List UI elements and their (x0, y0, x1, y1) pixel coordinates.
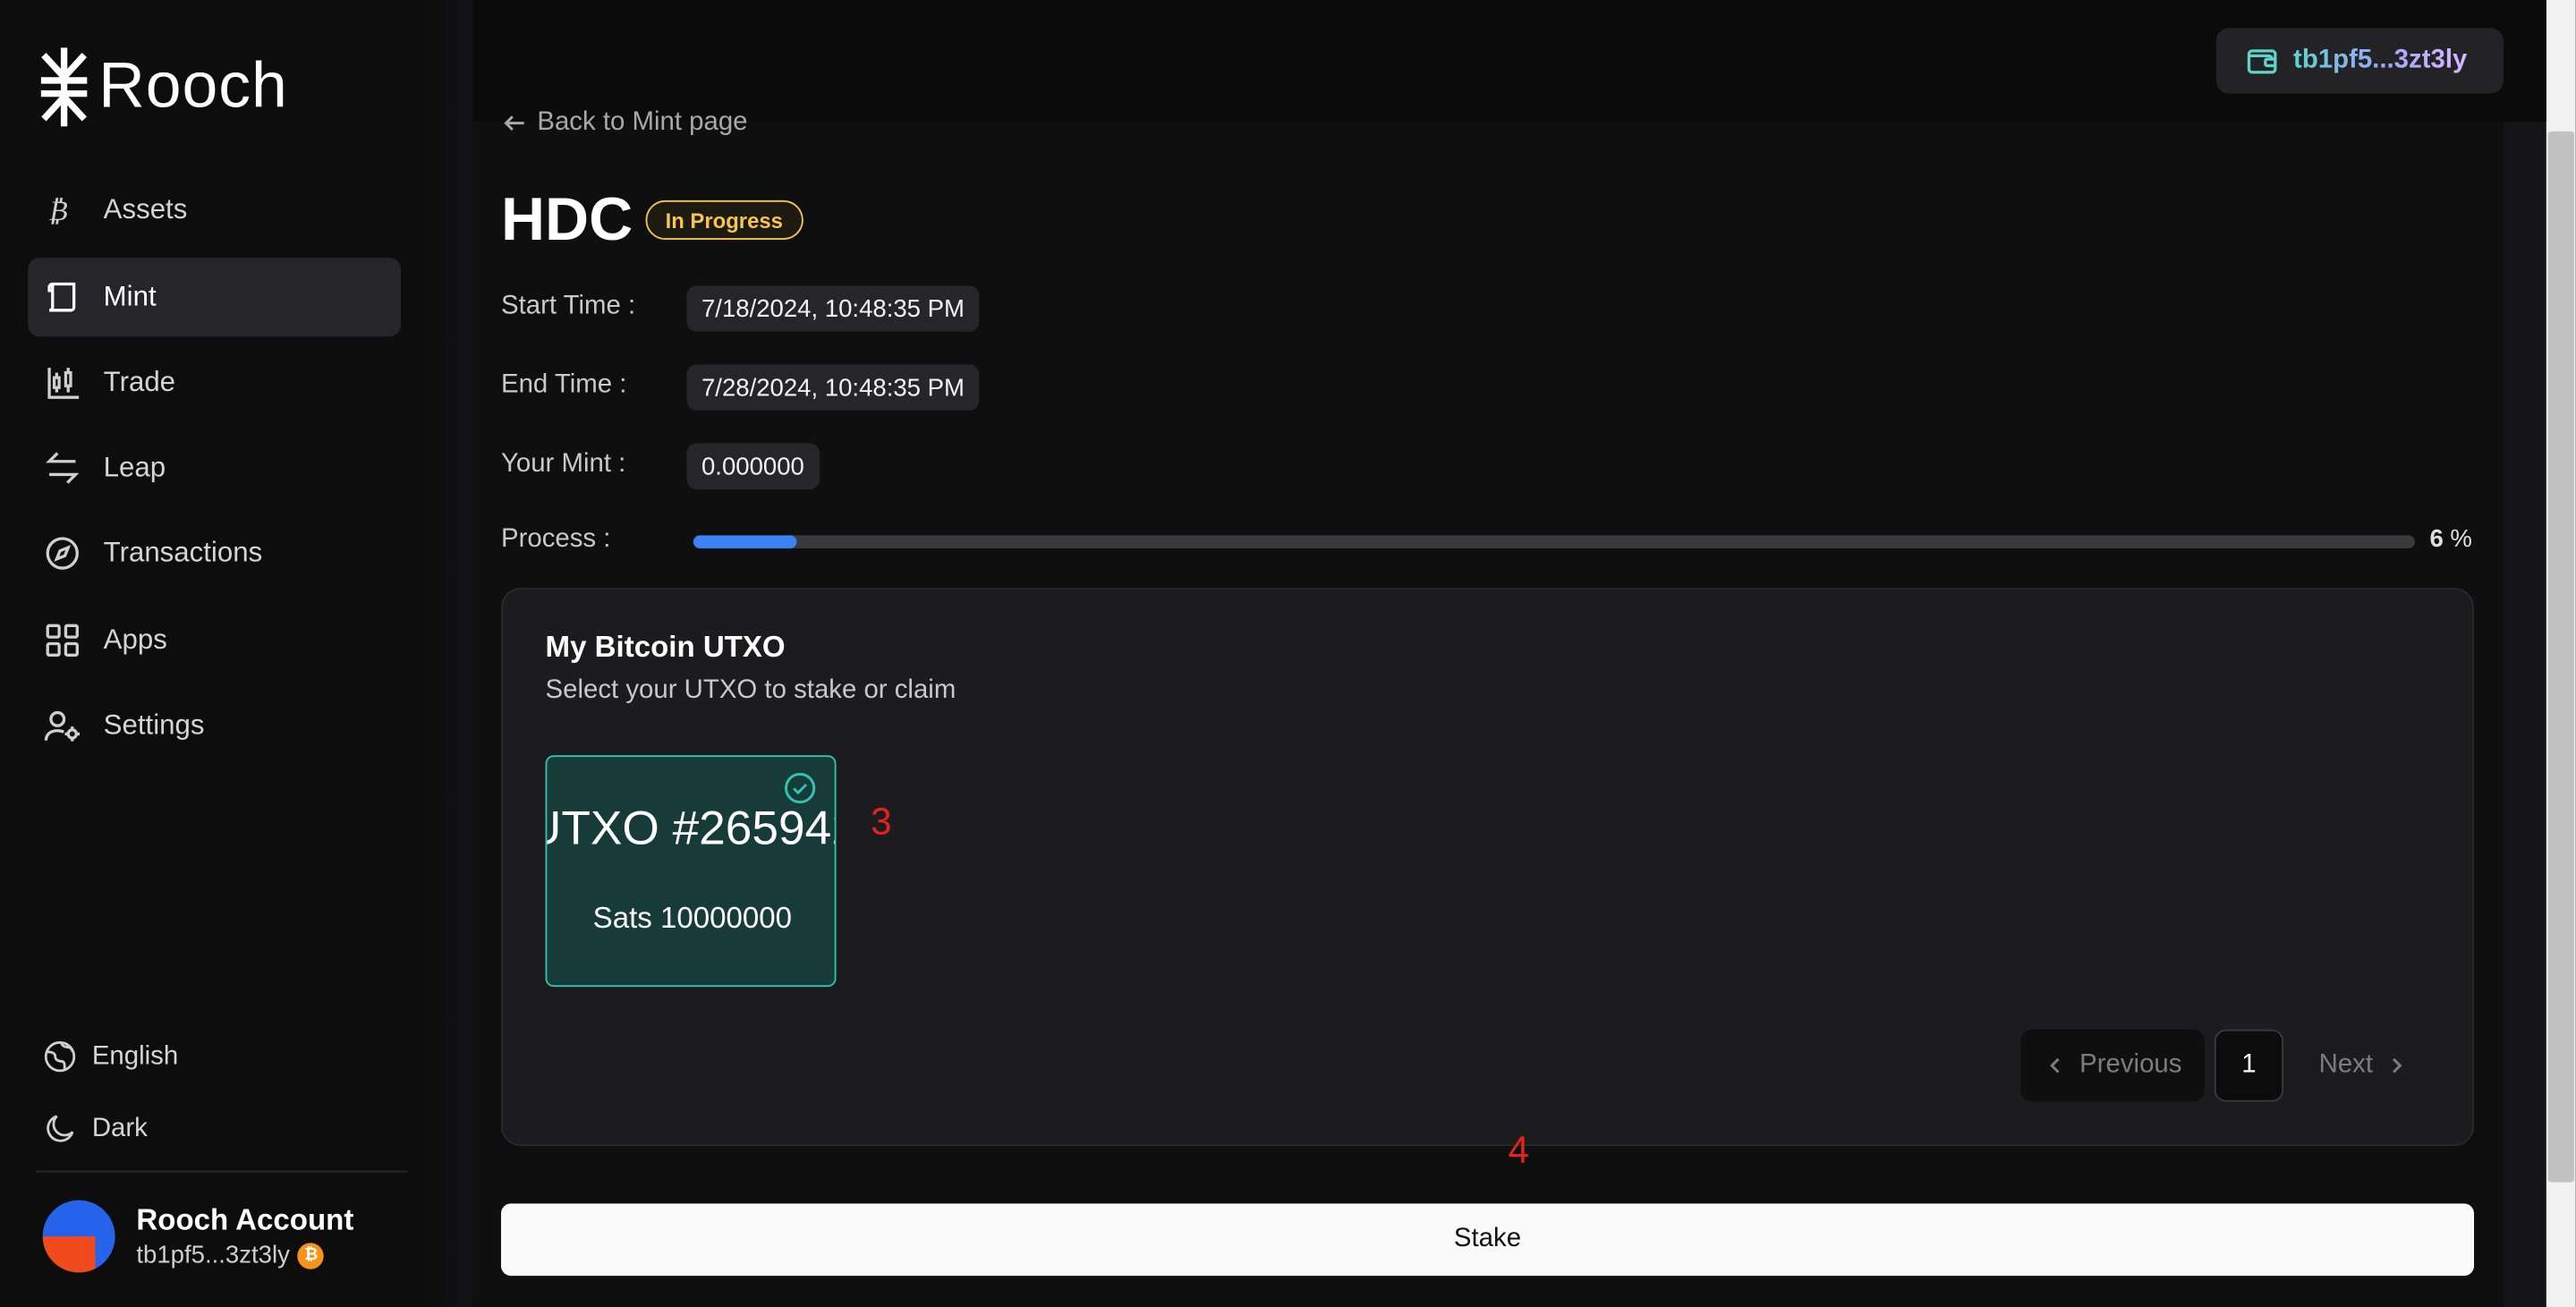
chevron-left-icon (2049, 1057, 2060, 1074)
account-card[interactable]: Rooch Account tb1pf5...3zt3ly ₿ (42, 1200, 354, 1273)
account-address: tb1pf5...3zt3ly (136, 1241, 290, 1269)
sidebar: Rooch ₿ Assets Mint Trade Leap Transacti… (0, 0, 431, 1307)
scroll-icon (45, 279, 81, 315)
sidebar-item-label: Settings (103, 709, 205, 741)
sidebar-item-label: Mint (103, 280, 157, 312)
utxo-sats: Sats 10000000 (592, 901, 793, 935)
language-label: English (91, 1041, 179, 1070)
back-link-label: Back to Mint page (537, 108, 748, 137)
app-name: Rooch (98, 50, 288, 122)
sidebar-item-label: Trade (103, 366, 176, 398)
progress-bar (693, 535, 2415, 549)
sidebar-item-leap[interactable]: Leap (28, 429, 401, 507)
utxo-panel-title: My Bitcoin UTXO (545, 630, 786, 664)
app-window: Rooch ₿ Assets Mint Trade Leap Transacti… (0, 0, 2576, 1307)
pagination-previous[interactable]: Previous (2020, 1029, 2205, 1102)
start-time-value: 7/18/2024, 10:48:35 PM (686, 285, 980, 332)
grid-icon (45, 623, 81, 658)
bitcoin-badge-icon: ₿ (298, 1242, 325, 1269)
candlestick-icon (45, 364, 81, 400)
sidebar-item-label: Leap (103, 451, 166, 483)
check-circle-icon (785, 772, 816, 804)
theme-toggle[interactable]: Dark (43, 1112, 148, 1147)
page-title: HDC (500, 185, 633, 253)
status-badge: In Progress (645, 199, 803, 240)
annotation-3: 3 (871, 799, 892, 843)
sidebar-item-settings[interactable]: Settings (28, 686, 401, 765)
progress-percent-number: 6 (2429, 525, 2444, 554)
rooch-logo-icon (40, 47, 88, 127)
wallet-address: tb1pf5...3zt3ly (2293, 46, 2468, 74)
sidebar-item-trade[interactable]: Trade (28, 344, 401, 422)
sidebar-item-label: Transactions (103, 537, 263, 569)
account-address-row: tb1pf5...3zt3ly ₿ (136, 1242, 353, 1269)
theme-label: Dark (91, 1114, 148, 1142)
sidebar-item-transactions[interactable]: Transactions (28, 513, 401, 592)
globe-icon (44, 1040, 76, 1073)
annotation-4: 4 (1508, 1127, 1529, 1171)
logo[interactable]: Rooch (39, 46, 288, 128)
your-mint-value: 0.000000 (686, 443, 820, 489)
utxo-panel-subtitle: Select your UTXO to stake or claim (545, 676, 956, 705)
sidebar-item-assets[interactable]: ₿ Assets (28, 171, 401, 250)
end-time-label: End Time : (500, 370, 627, 400)
process-label: Process : (500, 525, 611, 554)
wallet-button[interactable]: tb1pf5...3zt3ly (2215, 28, 2504, 94)
sidebar-item-label: Assets (103, 193, 188, 225)
start-time-label: Start Time : (500, 292, 636, 320)
pagination-previous-label: Previous (2079, 1050, 2182, 1079)
user-gear-icon (44, 708, 81, 743)
arrows-swap-icon (45, 450, 81, 486)
main-edge-right (2504, 0, 2546, 1307)
pagination-page-1[interactable]: 1 (2214, 1029, 2284, 1102)
progress-fill (693, 535, 797, 549)
divider (36, 1170, 408, 1173)
scrollbar-thumb[interactable] (2547, 131, 2575, 1183)
arrow-left-icon (504, 115, 524, 132)
svg-text:₿: ₿ (47, 195, 72, 226)
sidebar-item-apps[interactable]: Apps (28, 601, 401, 680)
back-link[interactable]: Back to Mint page (501, 108, 748, 138)
pagination-next[interactable]: Next (2297, 1030, 2432, 1102)
stake-button[interactable]: Stake (500, 1203, 2475, 1277)
moon-icon (47, 1115, 74, 1142)
language-selector[interactable]: English (43, 1040, 178, 1074)
pagination-next-label: Next (2318, 1050, 2374, 1079)
utxo-tile[interactable]: UTXO #265942 Sats 10000000 (545, 755, 837, 988)
wallet-icon (2247, 49, 2277, 74)
account-name: Rooch Account (136, 1203, 354, 1237)
utxo-name: UTXO #265942 (547, 802, 834, 856)
sidebar-item-label: Apps (103, 624, 167, 656)
chevron-right-icon (2393, 1057, 2403, 1074)
bitcoin-icon: ₿ (45, 192, 81, 228)
progress-percent: 6 % (2429, 525, 2471, 553)
sidebar-item-mint[interactable]: Mint (28, 258, 401, 337)
progress-percent-unit: % (2450, 525, 2472, 554)
your-mint-label: Your Mint : (500, 449, 626, 479)
end-time-value: 7/28/2024, 10:48:35 PM (686, 364, 980, 411)
compass-icon (45, 535, 81, 571)
main-edge (430, 0, 473, 1307)
avatar (42, 1200, 115, 1273)
